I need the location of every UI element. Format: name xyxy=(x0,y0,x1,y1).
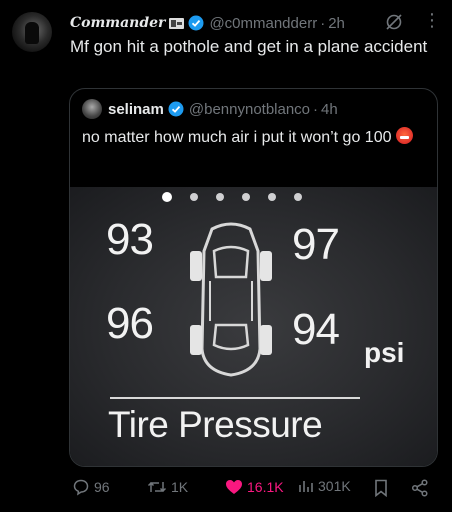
heart-icon xyxy=(226,480,242,494)
quoted-text: no matter how much air i put it won’t go… xyxy=(82,127,422,148)
tire-rear-right: 94 xyxy=(292,305,340,354)
verified-badge-icon xyxy=(168,101,184,117)
like-button[interactable]: 16.1K xyxy=(225,478,284,496)
flag-emoji xyxy=(169,17,185,29)
views-button[interactable]: 301K xyxy=(298,478,351,494)
post-text: Mf gon hit a pothole and get in a plane … xyxy=(70,37,428,56)
quoted-display-name: selinam xyxy=(108,100,164,118)
quoted-header: selinam @bennynotblanco · 4h xyxy=(82,99,338,119)
repost-count: 1K xyxy=(171,479,189,495)
image-title: Tire Pressure xyxy=(108,404,323,445)
tire-front-left: 93 xyxy=(106,215,154,264)
handle[interactable]: @c0mmandderr xyxy=(209,15,317,32)
quoted-post[interactable]: selinam @bennynotblanco · 4h no matter h… xyxy=(69,88,438,467)
reply-count: 96 xyxy=(94,479,110,495)
divider-line xyxy=(110,397,360,399)
avatar[interactable] xyxy=(12,12,52,52)
verified-badge-icon xyxy=(188,15,204,31)
quoted-avatar xyxy=(82,99,102,119)
grok-icon[interactable] xyxy=(385,13,403,31)
quoted-image[interactable]: 93 97 96 94 psi Tire Pressure xyxy=(70,187,437,466)
post-header: Commander @c0mmandderr · 2h xyxy=(70,14,345,32)
quoted-time: 4h xyxy=(321,100,338,118)
angry-face-emoji-icon xyxy=(395,127,413,144)
separator: · xyxy=(320,14,326,32)
like-count: 16.1K xyxy=(247,479,284,495)
quoted-handle: @bennynotblanco xyxy=(188,100,311,118)
post-time[interactable]: 2h xyxy=(328,15,345,32)
more-icon[interactable]: ⋮ xyxy=(423,10,441,30)
views-count: 301K xyxy=(318,478,351,494)
display-name[interactable]: Commander xyxy=(70,15,165,31)
tire-rear-left: 96 xyxy=(106,299,154,348)
page-indicator-dots xyxy=(162,192,302,202)
car-top-view-icon xyxy=(190,222,272,377)
tire-front-right: 97 xyxy=(292,220,340,269)
bookmark-icon[interactable] xyxy=(374,479,388,497)
pressure-unit: psi xyxy=(364,337,405,368)
share-icon[interactable] xyxy=(411,479,429,497)
reply-icon xyxy=(73,479,89,496)
action-bar: 96 1K 16.1K 301K xyxy=(0,476,452,500)
reply-button[interactable]: 96 xyxy=(72,478,110,496)
separator: · xyxy=(313,100,319,118)
repost-icon xyxy=(147,481,167,493)
views-chart-icon xyxy=(299,481,313,492)
repost-button[interactable]: 1K xyxy=(147,478,188,496)
